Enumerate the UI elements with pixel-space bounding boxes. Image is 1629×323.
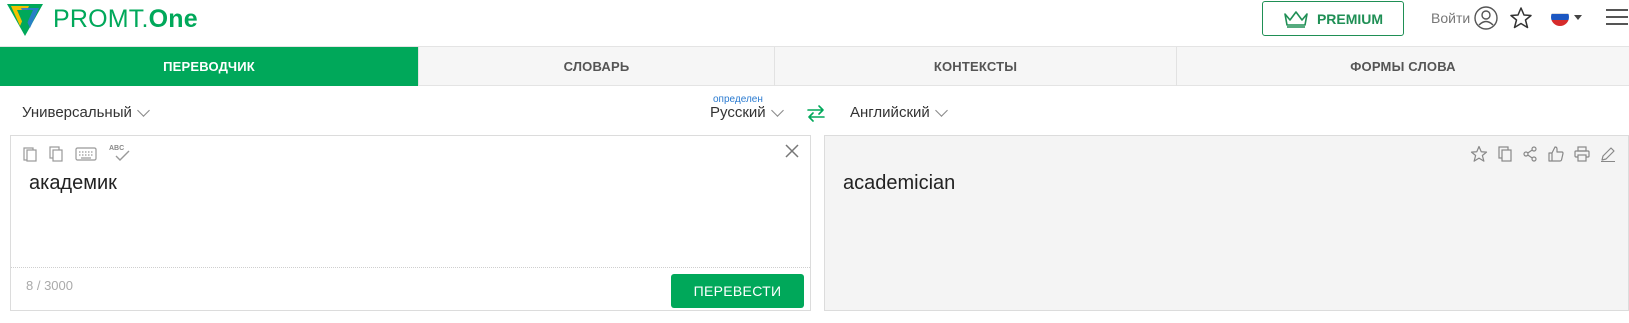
crown-icon xyxy=(1284,10,1308,28)
target-language-dropdown[interactable]: Английский xyxy=(850,103,948,121)
login-label: Войти xyxy=(1431,10,1471,26)
translate-button[interactable]: ПЕРЕВЕСТИ xyxy=(671,274,804,308)
logo-text: PROMT.One xyxy=(53,5,198,33)
premium-label: PREMIUM xyxy=(1316,10,1384,27)
chevron-down-icon xyxy=(136,103,150,117)
like-icon[interactable] xyxy=(1548,146,1564,162)
source-language-dropdown[interactable]: Русский xyxy=(710,103,784,121)
translation-output: academician xyxy=(843,172,956,194)
source-panel: ABC академик 8 / 3000 ПЕРЕВЕСТИ xyxy=(10,135,811,311)
topic-label: Универсальный xyxy=(22,104,132,121)
print-icon[interactable] xyxy=(1574,146,1590,162)
close-icon[interactable] xyxy=(784,143,800,159)
chevron-down-icon xyxy=(934,103,948,117)
tab-dictionary[interactable]: СЛОВАРЬ xyxy=(419,47,775,86)
russia-flag-icon xyxy=(1551,8,1569,26)
target-toolbar xyxy=(1460,145,1616,163)
edit-icon[interactable] xyxy=(1600,146,1616,162)
keyboard-icon[interactable] xyxy=(75,147,97,161)
source-toolbar: ABC xyxy=(23,145,143,163)
source-text-input[interactable]: академик xyxy=(29,172,117,195)
spellcheck-icon[interactable]: ABC xyxy=(109,145,131,163)
favorites-star-icon[interactable] xyxy=(1509,6,1533,35)
logo[interactable]: PROMT.One xyxy=(7,1,198,37)
target-panel: academician xyxy=(824,135,1629,311)
menu-hamburger-icon[interactable] xyxy=(1606,9,1628,30)
copy-icon[interactable] xyxy=(1498,146,1512,162)
caret-down-icon xyxy=(1574,14,1582,20)
language-flag-dropdown[interactable] xyxy=(1551,8,1582,26)
main-tabs: ПЕРЕВОДЧИК СЛОВАРЬ КОНТЕКСТЫ ФОРМЫ СЛОВА xyxy=(0,46,1629,86)
tab-word-forms[interactable]: ФОРМЫ СЛОВА xyxy=(1177,47,1629,86)
tab-translator[interactable]: ПЕРЕВОДЧИК xyxy=(0,47,419,86)
language-bar: Универсальный определен Русский Английск… xyxy=(0,92,1629,132)
user-icon xyxy=(1474,6,1498,30)
promt-logo-icon xyxy=(7,4,43,36)
divider xyxy=(11,267,810,268)
share-icon[interactable] xyxy=(1522,146,1538,162)
swap-languages-icon[interactable] xyxy=(805,104,827,127)
paste-icon[interactable] xyxy=(23,146,37,162)
premium-button[interactable]: PREMIUM xyxy=(1262,1,1404,36)
tab-contexts[interactable]: КОНТЕКСТЫ xyxy=(775,47,1177,86)
target-language-label: Английский xyxy=(850,104,930,121)
header: PROMT.One PREMIUM Войти xyxy=(0,0,1629,46)
copy-icon[interactable] xyxy=(49,146,63,162)
source-language-label: Русский xyxy=(710,104,766,121)
login-button[interactable]: Войти xyxy=(1431,6,1498,30)
star-icon[interactable] xyxy=(1470,145,1488,163)
char-counter: 8 / 3000 xyxy=(26,278,73,293)
topic-dropdown[interactable]: Универсальный xyxy=(22,103,150,121)
chevron-down-icon xyxy=(770,103,784,117)
